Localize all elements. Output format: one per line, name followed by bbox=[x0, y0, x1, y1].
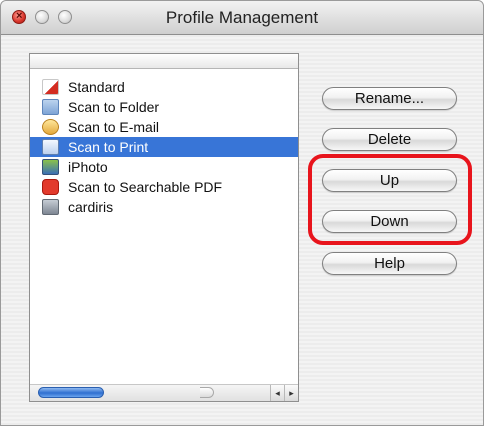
profile-item-standard[interactable]: Standard bbox=[30, 77, 298, 97]
printer-icon bbox=[42, 139, 59, 155]
profile-item-iphoto[interactable]: iPhoto bbox=[30, 157, 298, 177]
scroll-right-button[interactable]: ▸ bbox=[284, 385, 298, 401]
profile-label: Scan to Folder bbox=[68, 99, 160, 115]
scrollbar-thumb[interactable] bbox=[38, 387, 104, 398]
scroll-left-button[interactable]: ◂ bbox=[270, 385, 284, 401]
profile-label: Scan to Searchable PDF bbox=[68, 179, 223, 195]
window-title: Profile Management bbox=[165, 8, 319, 27]
up-down-highlight bbox=[308, 154, 472, 245]
scroll-right-icon: ▸ bbox=[289, 388, 294, 398]
profile-list[interactable]: Standard Scan to Folder Scan to E-mail S… bbox=[29, 53, 299, 402]
searchable-pdf-icon bbox=[42, 179, 59, 195]
profile-item-scan-to-print[interactable]: Scan to Print bbox=[30, 137, 298, 157]
iphoto-icon bbox=[42, 159, 59, 175]
profile-item-scan-to-email[interactable]: Scan to E-mail bbox=[30, 117, 298, 137]
profile-item-scan-to-folder[interactable]: Scan to Folder bbox=[30, 97, 298, 117]
folder-icon bbox=[42, 99, 59, 115]
acrobat-icon bbox=[42, 79, 59, 95]
profile-label: Scan to E-mail bbox=[68, 119, 160, 135]
profile-label: cardiris bbox=[68, 199, 114, 215]
profile-item-cardiris[interactable]: cardiris bbox=[30, 197, 298, 217]
cardiris-icon bbox=[42, 199, 59, 215]
profile-item-scan-to-searchable-pdf[interactable]: Scan to Searchable PDF bbox=[30, 177, 298, 197]
horizontal-scrollbar[interactable]: ◂ ▸ bbox=[30, 384, 298, 401]
rename-button[interactable]: Rename... bbox=[322, 87, 457, 110]
delete-button[interactable]: Delete bbox=[322, 128, 457, 151]
title-bar[interactable]: × Profile Management bbox=[1, 1, 483, 35]
email-icon bbox=[42, 119, 59, 135]
list-header bbox=[30, 54, 298, 69]
help-button[interactable]: Help bbox=[322, 252, 457, 275]
profile-management-window: × Profile Management Standard Scan to Fo… bbox=[0, 0, 484, 426]
profile-label: iPhoto bbox=[68, 159, 108, 175]
scroll-left-icon: ◂ bbox=[275, 388, 280, 398]
profile-label: Standard bbox=[68, 79, 125, 95]
profile-label: Scan to Print bbox=[68, 139, 149, 155]
profile-rows: Standard Scan to Folder Scan to E-mail S… bbox=[30, 77, 298, 217]
scrollbar-track-end bbox=[200, 387, 214, 398]
